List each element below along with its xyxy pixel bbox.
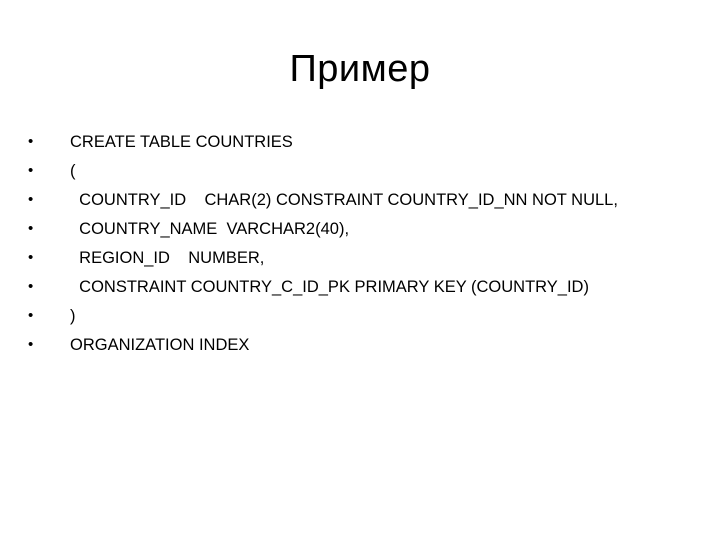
bullet-item: • COUNTRY_ID CHAR(2) CONSTRAINT COUNTRY_… — [28, 188, 618, 217]
bullet-item: • ORGANIZATION INDEX — [28, 333, 249, 362]
bullet-icon: • — [28, 249, 34, 266]
bullet-icon: • — [28, 220, 34, 237]
bullet-list: • CREATE TABLE COUNTRIES • ( • COUNTRY_I… — [28, 130, 618, 362]
bullet-icon: • — [28, 162, 34, 179]
sql-line: REGION_ID NUMBER, — [70, 249, 265, 267]
bullet-icon: • — [28, 307, 34, 324]
bullet-item: • REGION_ID NUMBER, — [28, 246, 264, 275]
slide-title: Пример — [289, 48, 431, 90]
bullet-item: • ) — [28, 304, 76, 333]
sql-line: ORGANIZATION INDEX — [70, 336, 250, 354]
sql-line: ) — [70, 307, 76, 325]
bullet-icon: • — [28, 133, 34, 150]
bullet-item: • CREATE TABLE COUNTRIES — [28, 130, 293, 159]
sql-line: ( — [70, 162, 76, 180]
bullet-item: • COUNTRY_NAME VARCHAR2(40), — [28, 217, 349, 246]
bullet-icon: • — [28, 278, 34, 295]
bullet-item: • ( — [28, 159, 76, 188]
sql-line: COUNTRY_NAME VARCHAR2(40), — [70, 220, 350, 238]
sql-line: CREATE TABLE COUNTRIES — [70, 133, 293, 151]
bullet-item: • CONSTRAINT COUNTRY_C_ID_PK PRIMARY KEY… — [28, 275, 589, 304]
bullet-icon: • — [28, 336, 34, 353]
sql-line: COUNTRY_ID CHAR(2) CONSTRAINT COUNTRY_ID… — [70, 191, 618, 209]
bullet-icon: • — [28, 191, 34, 208]
sql-line: CONSTRAINT COUNTRY_C_ID_PK PRIMARY KEY (… — [70, 278, 589, 296]
